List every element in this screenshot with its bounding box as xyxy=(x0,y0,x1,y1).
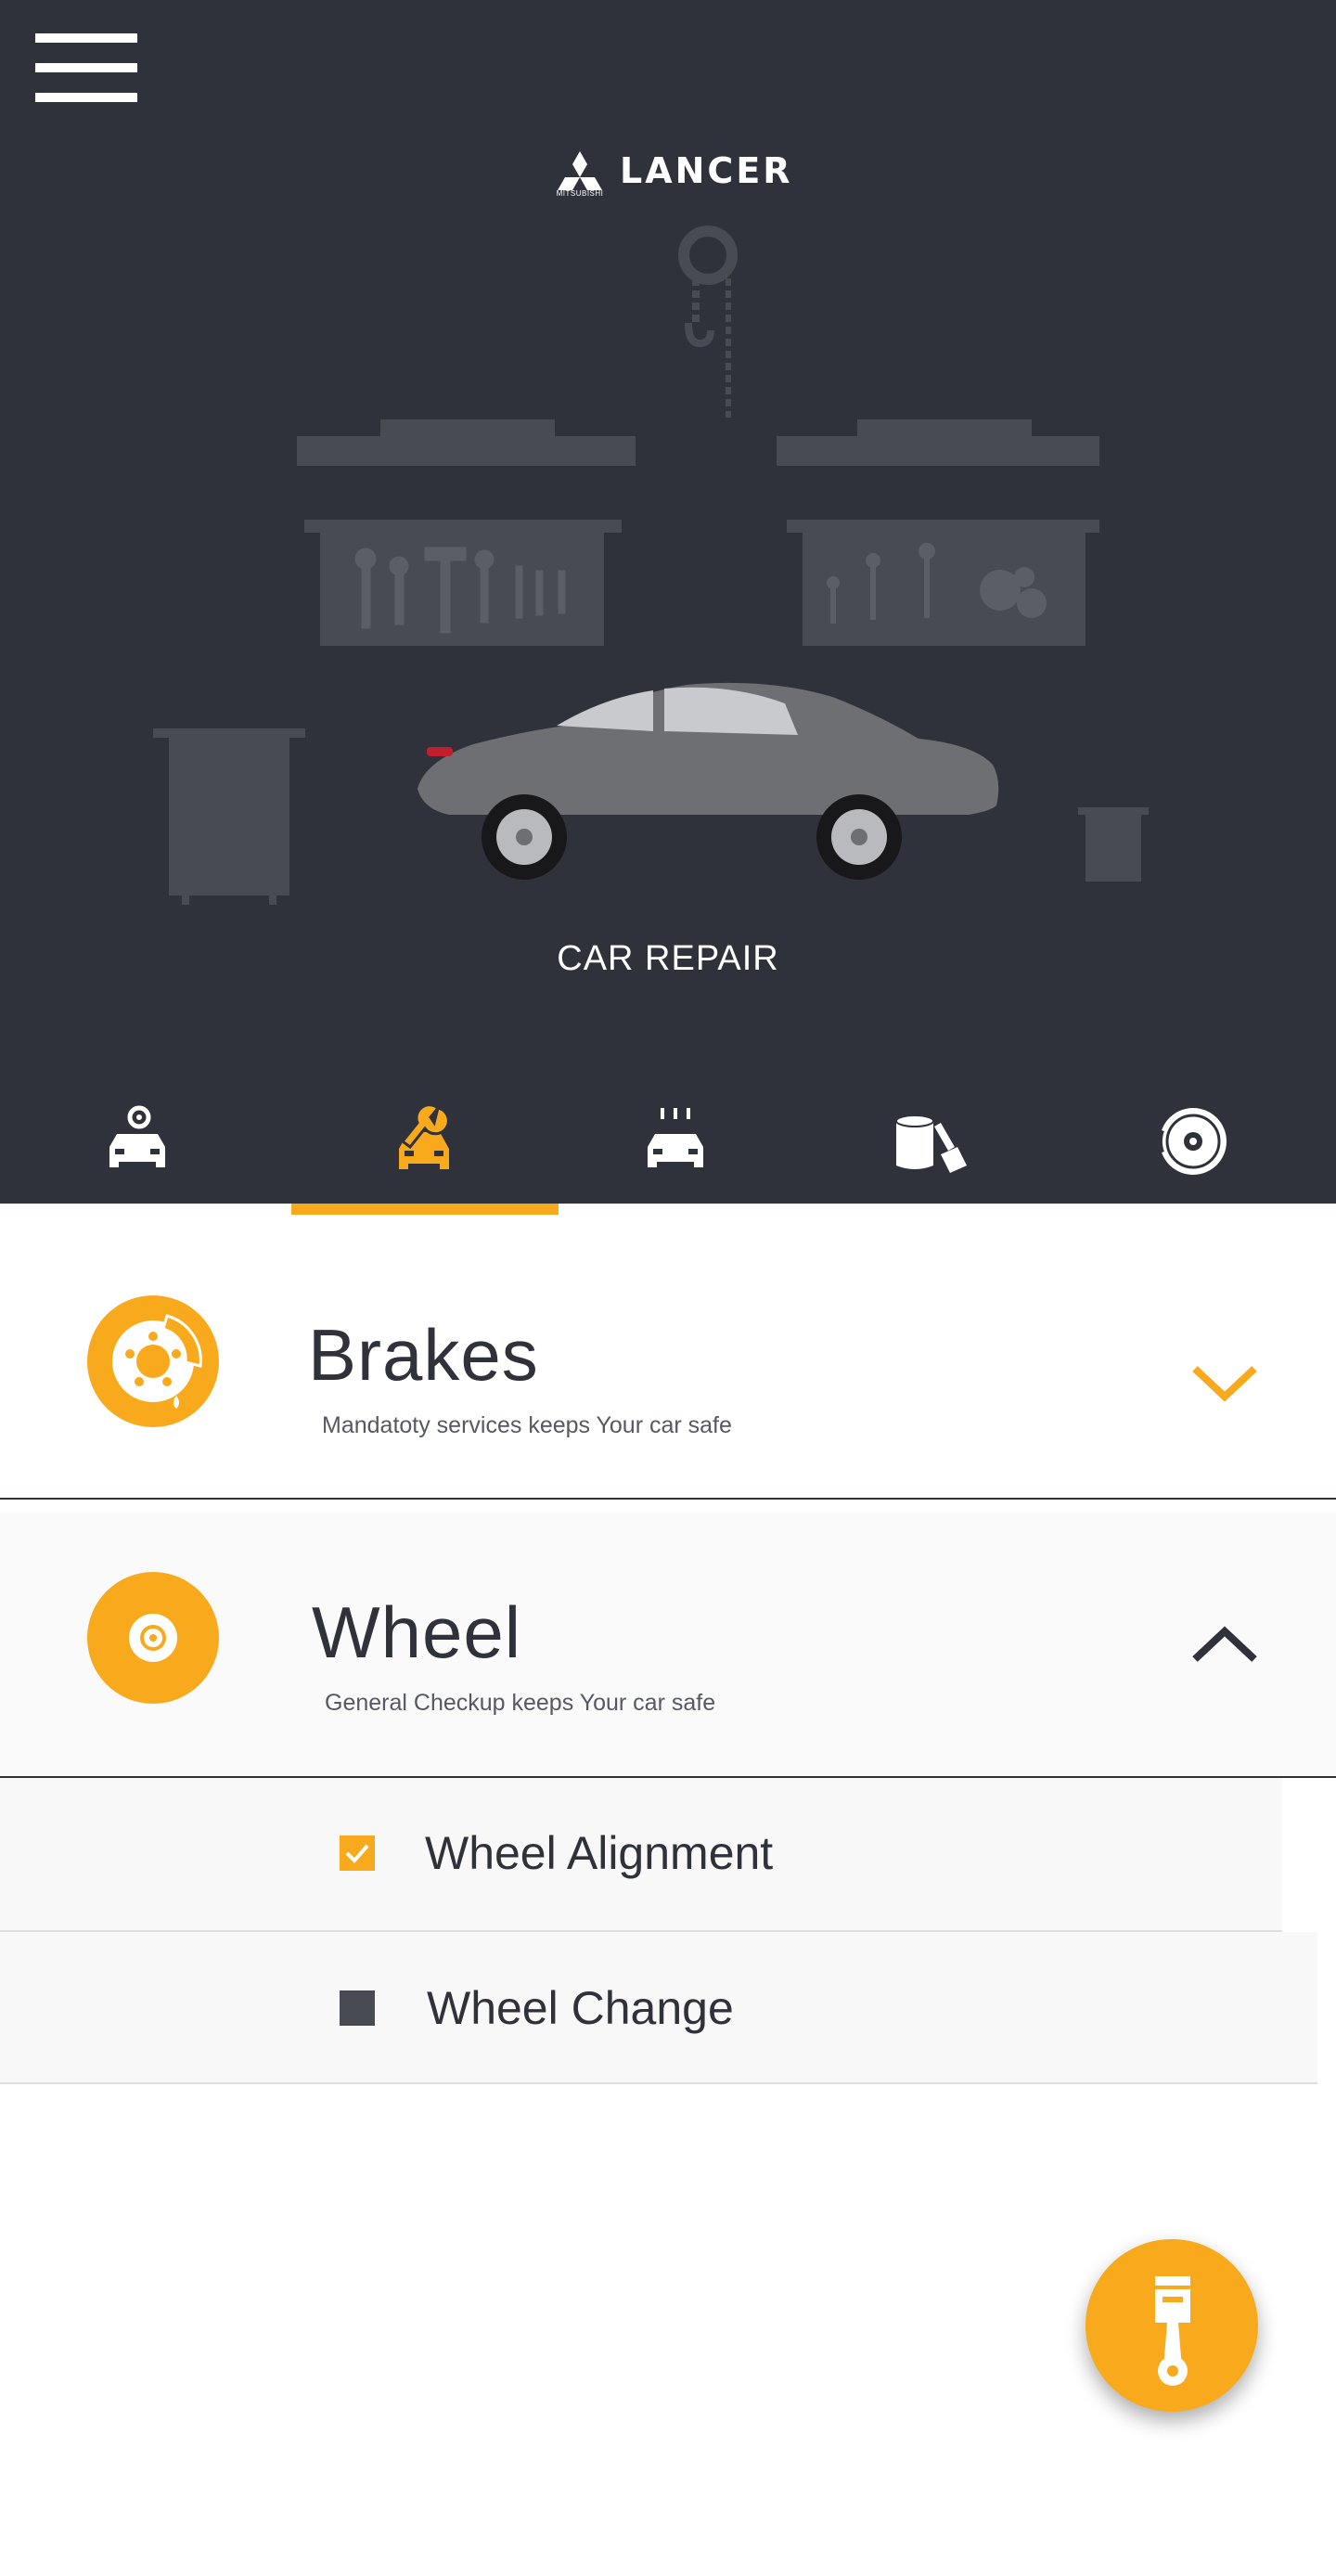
brand-name: LANCER xyxy=(620,150,793,191)
brake-disc-icon xyxy=(1157,1108,1227,1175)
wheel-subtitle: General Checkup keeps Your car safe xyxy=(325,1690,716,1716)
service-tabs xyxy=(0,1076,1336,1204)
wheel-title: Wheel xyxy=(312,1591,522,1673)
car-wash-icon xyxy=(648,1108,703,1167)
menu-bar xyxy=(35,33,137,43)
hero-title: CAR REPAIR xyxy=(557,939,779,978)
car-repair-wrench-icon xyxy=(399,1104,450,1169)
paint-bucket-brush-icon xyxy=(895,1114,967,1173)
garage-illustration xyxy=(153,225,1149,905)
brakes-badge xyxy=(87,1295,219,1427)
checkbox-checked-icon[interactable] xyxy=(340,1835,375,1871)
hamburger-menu-icon[interactable] xyxy=(35,33,137,104)
floating-action-button[interactable] xyxy=(1086,2239,1258,2412)
tab-car-repair[interactable] xyxy=(291,1076,559,1204)
brakes-subtitle: Mandatoty services keeps Your car safe xyxy=(322,1412,732,1438)
tab-car-service[interactable] xyxy=(4,1076,271,1204)
brand-subtitle: MITSUBISHI xyxy=(556,189,604,198)
chevron-down-icon[interactable] xyxy=(1188,1356,1262,1411)
wheel-disc-icon xyxy=(129,1614,177,1662)
accordion-brakes[interactable]: Brakes Mandatoty services keeps Your car… xyxy=(0,1215,1336,1500)
tab-brakes[interactable] xyxy=(1058,1076,1325,1204)
option-label: Wheel Change xyxy=(427,1982,734,2034)
option-wheel-change[interactable]: Wheel Change xyxy=(0,1932,1317,2084)
car-illustration xyxy=(418,682,999,880)
brand-logo: MITSUBISHI LANCER xyxy=(555,145,805,200)
crane-hook-icon xyxy=(678,225,738,418)
tab-paint[interactable] xyxy=(790,1076,1058,1204)
chevron-up-icon[interactable] xyxy=(1188,1616,1262,1672)
wheel-badge xyxy=(87,1572,219,1704)
hero-header: MITSUBISHI LANCER CAR REPAIR xyxy=(0,0,1336,1204)
car-service-icon xyxy=(109,1105,165,1167)
checkbox-unchecked-icon[interactable] xyxy=(340,1990,375,2026)
option-wheel-alignment[interactable]: Wheel Alignment xyxy=(0,1778,1282,1932)
brake-caliper-icon xyxy=(112,1314,202,1409)
active-tab-indicator xyxy=(291,1204,559,1215)
menu-bar xyxy=(35,63,137,72)
brakes-title: Brakes xyxy=(308,1314,539,1396)
piston-icon xyxy=(1155,2276,1190,2386)
tab-car-wash[interactable] xyxy=(542,1076,809,1204)
option-label: Wheel Alignment xyxy=(425,1827,774,1879)
menu-bar xyxy=(35,93,137,102)
accordion-wheel[interactable]: Wheel General Checkup keeps Your car saf… xyxy=(0,1513,1336,1778)
